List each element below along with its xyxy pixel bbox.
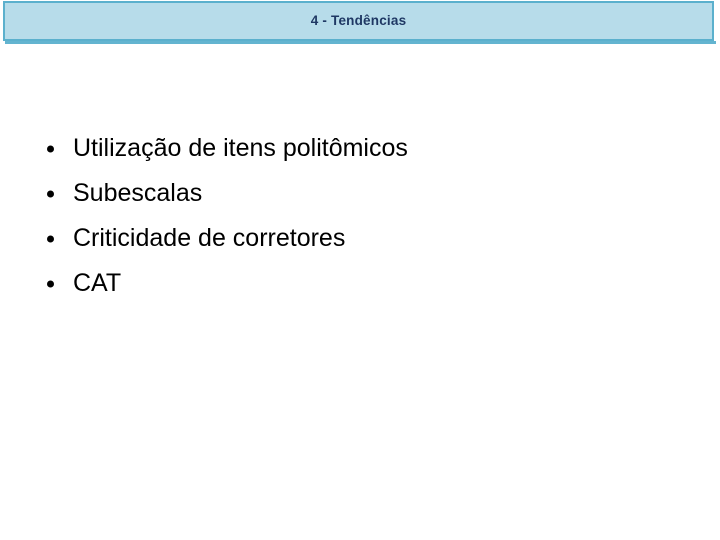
list-item: Criticidade de corretores [36, 216, 676, 261]
list-item-label: Utilização de itens politômicos [73, 134, 408, 162]
slide-content: Utilização de itens politômicos Subescal… [36, 126, 676, 306]
list-item-label: Criticidade de corretores [73, 224, 346, 252]
bullet-list: Utilização de itens politômicos Subescal… [36, 126, 676, 306]
list-item: CAT [36, 261, 676, 306]
slide-title: 4 - Tendências [310, 13, 407, 29]
bullet-dot-icon [47, 280, 54, 287]
list-item: Utilização de itens politômicos [36, 126, 676, 171]
list-item-label: CAT [73, 269, 122, 297]
bullet-dot-icon [47, 190, 54, 197]
slide-canvas: 4 - Tendências Utilização de itens polit… [0, 0, 720, 540]
title-bar: 4 - Tendências [3, 1, 714, 41]
list-item-label: Subescalas [73, 179, 203, 207]
bullet-dot-icon [47, 145, 54, 152]
bullet-dot-icon [47, 235, 54, 242]
list-item: Subescalas [36, 171, 676, 216]
title-bar-shadow [5, 41, 716, 44]
